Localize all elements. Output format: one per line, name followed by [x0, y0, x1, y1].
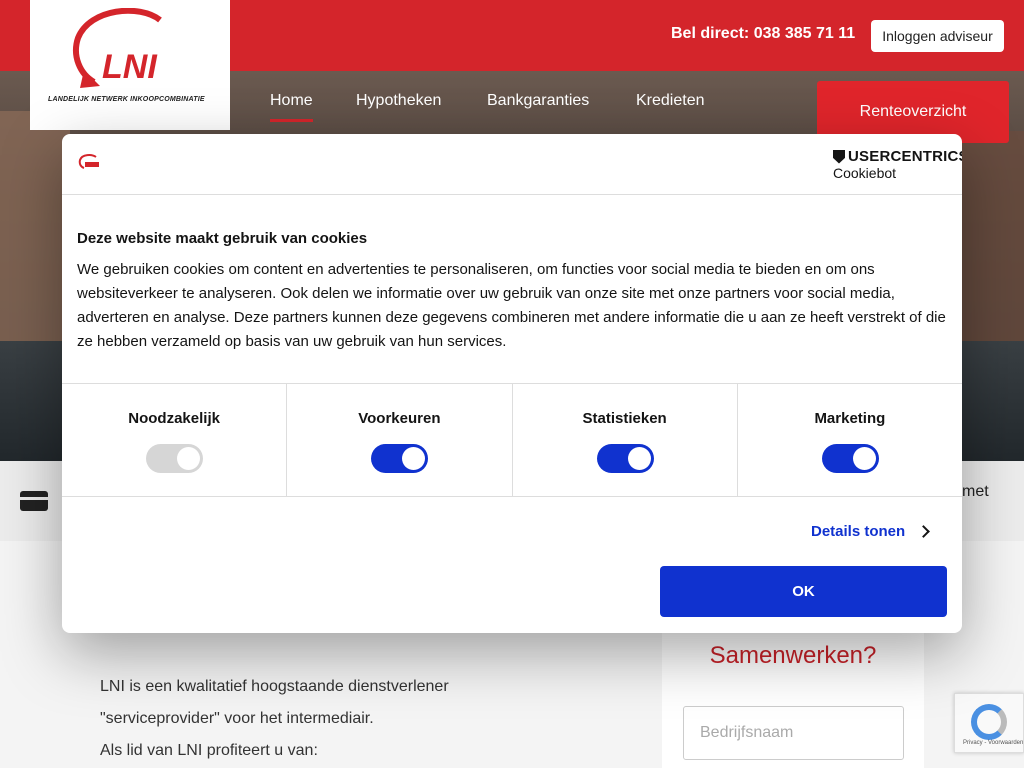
nav-kredieten[interactable]: Kredieten	[636, 92, 705, 112]
cookie-consent-dialog: USERCENTRICS Cookiebot Deze website maak…	[62, 134, 962, 633]
company-name-input[interactable]: Bedrijfsnaam	[683, 706, 904, 760]
cookie-dialog-header: USERCENTRICS Cookiebot	[62, 134, 962, 195]
recaptcha-links[interactable]: Privacy - Voorwaarden	[963, 740, 1023, 746]
shield-icon	[833, 149, 845, 164]
category-label: Statistieken	[582, 410, 667, 427]
chevron-right-icon	[917, 525, 931, 538]
cookie-title: Deze website maakt gebruik van cookies	[77, 230, 368, 247]
usercentrics-brand[interactable]: USERCENTRICS Cookiebot	[833, 148, 962, 181]
phone-number[interactable]: Bel direct: 038 385 71 11	[671, 25, 855, 43]
login-adviser-button[interactable]: Inloggen adviseur	[871, 20, 1004, 52]
intro-line-2: "serviceprovider" voor het intermediair.	[100, 710, 374, 727]
credit-card-icon	[20, 491, 48, 511]
ok-button[interactable]: OK	[660, 566, 947, 617]
category-statistics: Statistieken	[513, 384, 738, 496]
site-logo[interactable]: LNI Landelijk Netwerk Inkoopcombinatie	[30, 0, 230, 130]
category-label: Voorkeuren	[358, 410, 441, 427]
nav-bankgaranties[interactable]: Bankgaranties	[487, 92, 589, 112]
marketing-toggle[interactable]	[821, 444, 879, 473]
lni-logo-icon: LNI	[73, 8, 162, 88]
svg-text:LNI: LNI	[102, 48, 158, 86]
nav-hypotheken[interactable]: Hypotheken	[356, 92, 441, 112]
intro-line-1: LNI is een kwalitatief hoogstaande diens…	[100, 678, 449, 695]
nav-home[interactable]: Home	[270, 92, 313, 122]
contact-card: Samenwerken? Bedrijfsnaam	[662, 620, 924, 768]
cookie-categories: Noodzakelijk Voorkeuren Statistieken Mar…	[62, 383, 962, 497]
statistics-toggle[interactable]	[596, 444, 654, 473]
brand-line-1: USERCENTRICS	[848, 148, 962, 165]
show-details-link[interactable]: Details tonen	[811, 523, 931, 540]
logo-tagline: Landelijk Netwerk Inkoopcombinatie	[48, 96, 205, 103]
category-preferences: Voorkeuren	[287, 384, 513, 496]
brand-line-2: Cookiebot	[833, 165, 897, 181]
lni-mini-logo-icon	[78, 154, 99, 169]
recaptcha-badge[interactable]: Privacy - Voorwaarden	[954, 693, 1024, 753]
category-necessary: Noodzakelijk	[62, 384, 288, 496]
necessary-toggle	[146, 444, 204, 473]
show-details-label: Details tonen	[811, 523, 906, 540]
intro-line-3: Als lid van LNI profiteert u van:	[100, 742, 318, 759]
preferences-toggle[interactable]	[371, 444, 429, 473]
strip-text: met	[962, 483, 989, 500]
category-label: Marketing	[814, 410, 886, 427]
category-label: Noodzakelijk	[128, 410, 220, 427]
cookie-description: We gebruiken cookies om content en adver…	[77, 261, 946, 350]
recaptcha-icon	[971, 704, 1007, 740]
category-marketing: Marketing	[738, 384, 962, 496]
contact-card-title: Samenwerken?	[709, 642, 877, 669]
